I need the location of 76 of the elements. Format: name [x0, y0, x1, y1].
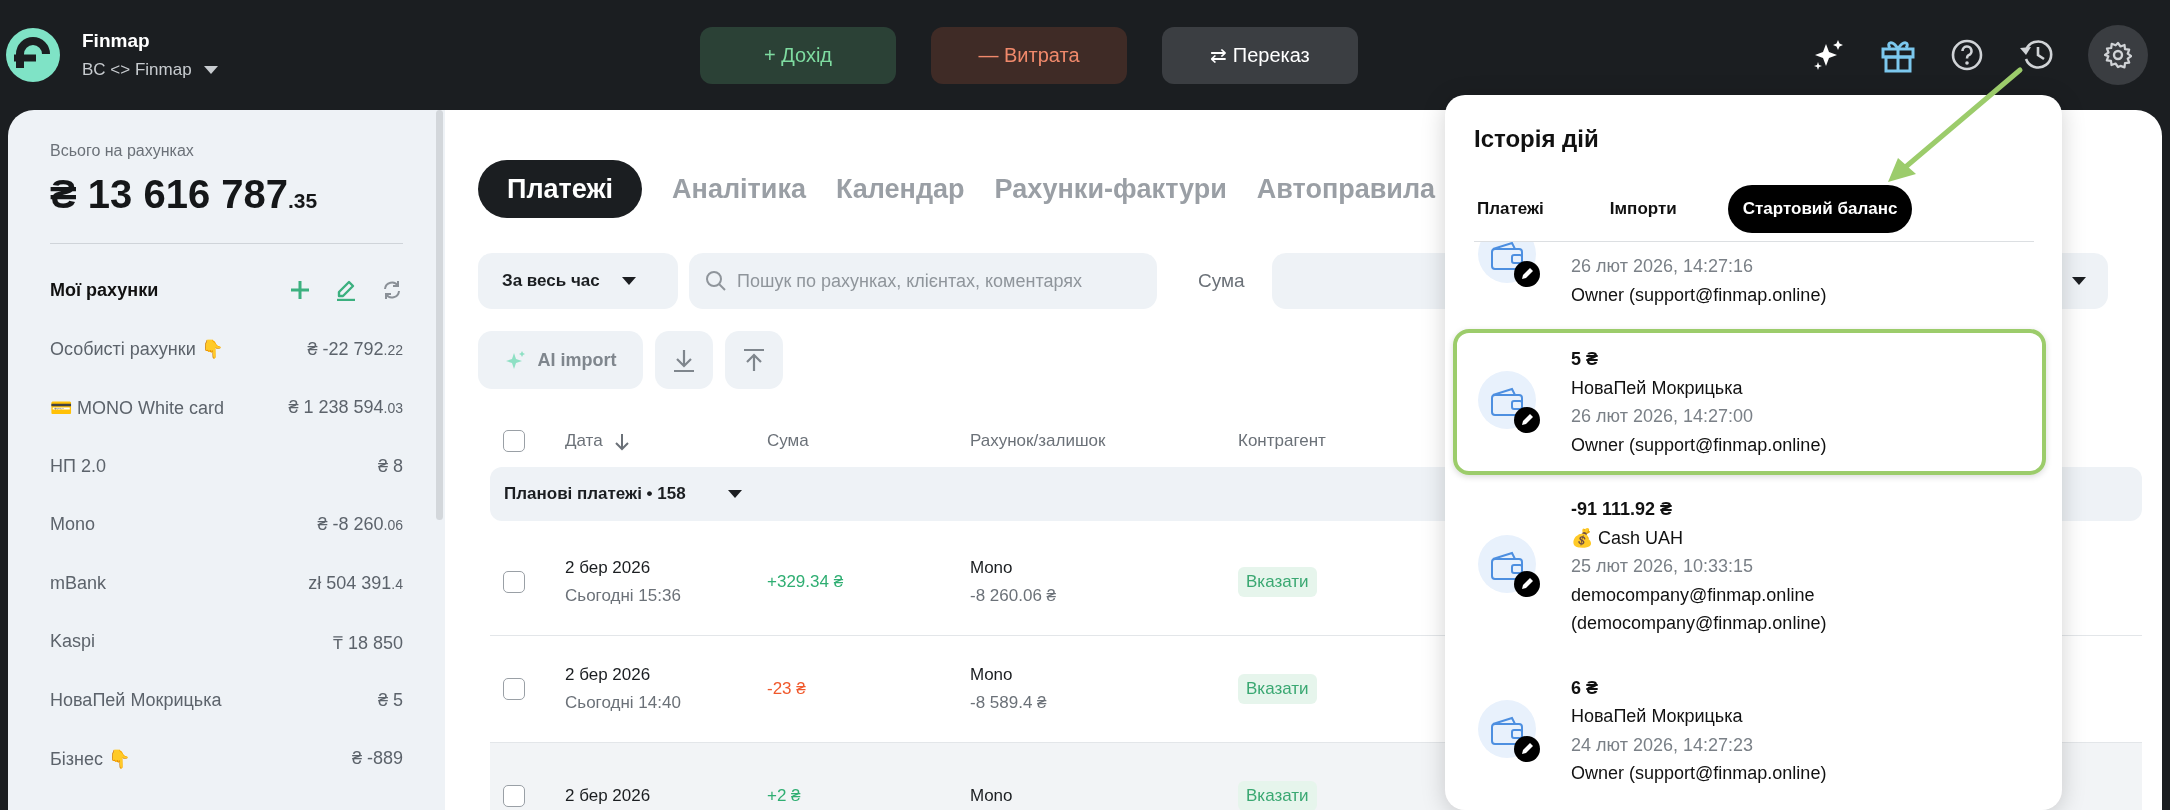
app-name: Finmap — [82, 30, 151, 52]
download-icon — [672, 347, 696, 373]
author-text: Owner (support@finmap.online) — [1571, 433, 1827, 457]
sparkle-icon — [504, 350, 526, 370]
balance-text: -8 260.06 ₴ — [970, 586, 1057, 606]
search-field[interactable]: Пошук по рахунках, клієнтах, коментарях — [689, 253, 1157, 309]
amount-text: +2 ₴ — [767, 786, 802, 806]
total-label: Всього на рахунках — [50, 142, 195, 160]
account-row[interactable]: НоваПей Мокрицька ₴ 5 — [50, 671, 403, 730]
date-text: 26 лют 2026, 14:27:00 — [1571, 405, 1754, 428]
column-header[interactable]: Рахунок/залишок — [970, 431, 1238, 451]
help-icon[interactable] — [1950, 38, 1984, 72]
date-text: 2 бер 2026 — [565, 558, 652, 578]
scrollbar[interactable] — [436, 110, 443, 520]
date-text: 2 бер 2026 — [565, 665, 652, 685]
date-text: 24 лют 2026, 14:27:23 — [1571, 733, 1754, 757]
wallet-edit-icon — [1478, 535, 1540, 598]
tab[interactable]: Платежі — [1462, 185, 1559, 233]
ai-import-button[interactable]: AI import — [478, 331, 643, 389]
panel-title: Історія дій — [1474, 125, 1600, 153]
amount-text: 6 ₴ — [1571, 676, 1600, 700]
amount-text: 5 ₴ — [1571, 348, 1600, 371]
column-header[interactable]: Сума — [767, 431, 970, 451]
period-dropdown[interactable]: За весь час — [478, 253, 678, 309]
transfer-button[interactable]: ⇄ Переказ — [1162, 26, 1358, 84]
date-text: 2 бер 2026 — [565, 786, 652, 806]
tab[interactable]: Імпорти — [1594, 185, 1692, 233]
account-text: 💰 Cash UAH — [1571, 526, 1685, 550]
sort-arrow-icon[interactable] — [612, 431, 631, 451]
wallet-edit-icon — [1478, 242, 1540, 287]
filter-label: Сума — [1198, 270, 1245, 292]
checkbox[interactable] — [503, 571, 525, 593]
column-header[interactable]: Дата — [565, 431, 603, 451]
author-text: Owner (support@finmap.online) — [1571, 283, 1827, 307]
account-row[interactable]: mBank zł 504 391.4 — [50, 554, 403, 613]
author-text: democompany@finmap.online (democompany@finmap.online) — [1571, 583, 1828, 635]
date-text: 26 лют 2026, 14:27:16 — [1571, 255, 1754, 278]
upload-button[interactable] — [725, 331, 783, 389]
expense-button[interactable]: — Витрата — [931, 26, 1127, 84]
income-button[interactable]: + Дохід — [700, 26, 896, 84]
account-text: Mono — [970, 786, 1014, 806]
add-icon[interactable] — [289, 279, 311, 301]
workspace-selector[interactable]: BC <> Finmap — [82, 60, 220, 80]
account-row[interactable]: Mono ₴ -8 260.06 — [50, 495, 403, 554]
amount-text: -91 111.92 ₴ — [1571, 498, 1674, 521]
settings-icon — [2104, 41, 2132, 69]
amount-text: +329.34 ₴ — [767, 572, 845, 592]
section-title: Мої рахунки — [50, 279, 160, 301]
upload-icon — [742, 347, 766, 373]
checkbox[interactable] — [503, 678, 525, 700]
account-row[interactable]: Бізнес 👇 ₴ -889 — [50, 729, 403, 788]
account-row[interactable]: НП 2.0 ₴ 8 — [50, 437, 403, 496]
logo-icon[interactable] — [6, 28, 60, 82]
checkbox[interactable] — [503, 785, 525, 807]
account-text: Mono — [970, 665, 1014, 685]
author-text: Owner (support@finmap.online) — [1571, 762, 1827, 785]
download-button[interactable] — [655, 331, 713, 389]
refresh-icon[interactable] — [381, 279, 403, 301]
account-text: Mono — [970, 558, 1014, 578]
time-text: Сьогодні 15:36 — [565, 586, 682, 606]
edit-icon[interactable] — [335, 279, 357, 301]
tab[interactable]: Стартовий баланс — [1727, 185, 1913, 233]
time-text: Сьогодні 14:40 — [565, 693, 682, 713]
account-row[interactable]: Особисті рахунки 👇 ₴ -22 792.22 — [50, 320, 403, 379]
tab[interactable]: Платежі — [478, 160, 643, 218]
wallet-edit-icon — [1478, 371, 1540, 433]
date-text: 25 лют 2026, 10:33:15 — [1571, 555, 1754, 578]
account-row[interactable]: Kaspi ₸ 18 850 — [50, 612, 403, 671]
wallet-edit-icon — [1478, 699, 1540, 762]
total-balance: ₴ 13 616 787.35 — [50, 172, 319, 217]
balance-text: -8 589.4 ₴ — [970, 693, 1048, 713]
checkbox[interactable] — [503, 430, 525, 452]
account-text: НоваПей Мокрицька — [1571, 376, 1744, 400]
account-text: НоваПей Мокрицька — [1571, 705, 1744, 728]
amount-text: -23 ₴ — [767, 679, 807, 699]
account-row[interactable]: 💳 MONO White card ₴ 1 238 594.03 — [50, 378, 403, 437]
